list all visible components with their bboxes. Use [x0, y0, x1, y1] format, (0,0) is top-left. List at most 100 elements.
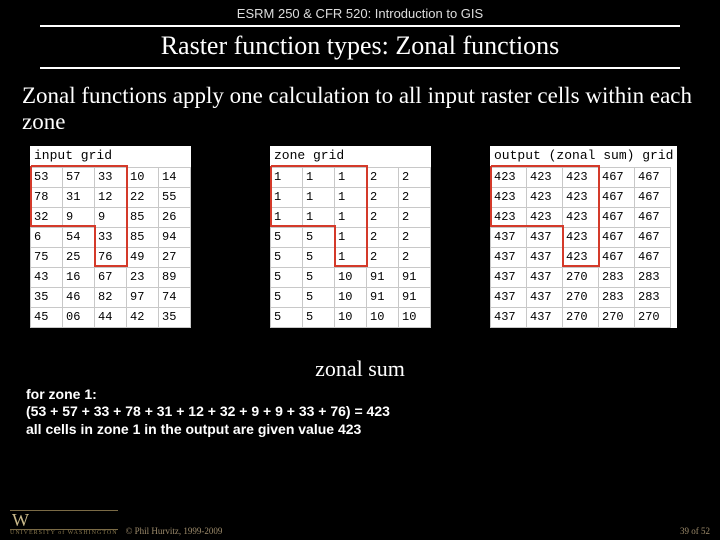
grid-cell: 10: [335, 267, 367, 287]
grid-cell: 25: [63, 247, 95, 267]
grids-area: input grid 53573310147831122255329985266…: [0, 146, 720, 346]
input-grid-caption: input grid: [30, 146, 191, 167]
grid-cell: 1: [335, 207, 367, 227]
grid-cell: 53: [31, 167, 63, 187]
grid-cell: 283: [599, 267, 635, 287]
grid-cell: 467: [635, 187, 671, 207]
grid-cell: 85: [127, 227, 159, 247]
grid-cell: 10: [127, 167, 159, 187]
zone-grid: 1112211122111225512255122551091915510919…: [270, 167, 431, 328]
calc-line-2: (53 + 57 + 33 + 78 + 31 + 12 + 32 + 9 + …: [26, 403, 694, 421]
grid-cell: 67: [95, 267, 127, 287]
grid-cell: 1: [303, 187, 335, 207]
grid-cell: 2: [399, 247, 431, 267]
grid-cell: 437: [491, 287, 527, 307]
grid-cell: 467: [635, 227, 671, 247]
grid-cell: 423: [527, 207, 563, 227]
grid-cell: 1: [335, 227, 367, 247]
grid-cell: 76: [95, 247, 127, 267]
course-header: ESRM 250 & CFR 520: Introduction to GIS: [0, 0, 720, 21]
grid-cell: 5: [303, 307, 335, 327]
grid-cell: 283: [635, 287, 671, 307]
grid-cell: 1: [271, 187, 303, 207]
uw-logo: W UNIVERSITY of WASHINGTON: [10, 510, 118, 536]
grid-cell: 1: [271, 207, 303, 227]
grid-cell: 10: [335, 287, 367, 307]
grid-cell: 437: [527, 267, 563, 287]
grid-cell: 423: [527, 187, 563, 207]
grid-cell: 26: [159, 207, 191, 227]
grid-cell: 2: [399, 207, 431, 227]
grid-cell: 49: [127, 247, 159, 267]
grid-cell: 437: [527, 247, 563, 267]
grid-cell: 35: [159, 307, 191, 327]
grid-cell: 2: [367, 207, 399, 227]
grid-cell: 6: [31, 227, 63, 247]
grid-cell: 2: [367, 227, 399, 247]
grid-cell: 1: [303, 207, 335, 227]
grid-cell: 9: [95, 207, 127, 227]
grid-cell: 467: [635, 247, 671, 267]
grid-cell: 33: [95, 167, 127, 187]
grid-cell: 283: [635, 267, 671, 287]
grid-cell: 31: [63, 187, 95, 207]
grid-cell: 10: [335, 307, 367, 327]
grid-cell: 270: [563, 307, 599, 327]
grid-cell: 437: [527, 307, 563, 327]
grid-cell: 423: [563, 167, 599, 187]
footer-left: W UNIVERSITY of WASHINGTON © Phil Hurvit…: [10, 510, 222, 536]
operation-label: zonal sum: [0, 356, 720, 382]
output-grid-caption: output (zonal sum) grid: [490, 146, 677, 167]
grid-cell: 467: [635, 167, 671, 187]
input-grid: 5357331014783112225532998526654338594752…: [30, 167, 191, 328]
grid-cell: 5: [303, 247, 335, 267]
grid-cell: 2: [399, 227, 431, 247]
grid-cell: 42: [127, 307, 159, 327]
grid-cell: 270: [563, 267, 599, 287]
slide-title: Raster function types: Zonal functions: [40, 25, 680, 69]
grid-cell: 467: [635, 207, 671, 227]
grid-cell: 437: [527, 227, 563, 247]
grid-cell: 437: [491, 247, 527, 267]
grid-cell: 33: [95, 227, 127, 247]
calc-line-3: all cells in zone 1 in the output are gi…: [26, 421, 694, 439]
grid-cell: 54: [63, 227, 95, 247]
grid-cell: 85: [127, 207, 159, 227]
grid-cell: 2: [399, 187, 431, 207]
grid-cell: 14: [159, 167, 191, 187]
grid-cell: 9: [63, 207, 95, 227]
grid-cell: 437: [491, 307, 527, 327]
calc-line-1: for zone 1:: [26, 386, 694, 404]
footer: W UNIVERSITY of WASHINGTON © Phil Hurvit…: [0, 510, 720, 536]
grid-cell: 5: [303, 287, 335, 307]
grid-cell: 97: [127, 287, 159, 307]
grid-cell: 46: [63, 287, 95, 307]
grid-cell: 91: [399, 267, 431, 287]
grid-cell: 5: [271, 247, 303, 267]
grid-cell: 89: [159, 267, 191, 287]
grid-cell: 23: [127, 267, 159, 287]
grid-cell: 2: [399, 167, 431, 187]
grid-cell: 437: [527, 287, 563, 307]
grid-cell: 5: [271, 267, 303, 287]
grid-cell: 1: [271, 167, 303, 187]
copyright: © Phil Hurvitz, 1999-2009: [126, 526, 223, 536]
zone-grid-caption: zone grid: [270, 146, 431, 167]
grid-cell: 06: [63, 307, 95, 327]
grid-cell: 78: [31, 187, 63, 207]
output-grid: 4234234234674674234234234674674234234234…: [490, 167, 671, 328]
grid-cell: 1: [335, 187, 367, 207]
grid-cell: 423: [491, 187, 527, 207]
grid-cell: 10: [367, 307, 399, 327]
output-grid-block: output (zonal sum) grid 4234234234674674…: [490, 146, 677, 328]
grid-cell: 5: [303, 267, 335, 287]
uw-logo-sub: UNIVERSITY of WASHINGTON: [10, 530, 118, 536]
grid-cell: 423: [491, 167, 527, 187]
grid-cell: 423: [563, 247, 599, 267]
grid-cell: 1: [303, 167, 335, 187]
grid-cell: 423: [491, 207, 527, 227]
grid-cell: 270: [563, 287, 599, 307]
grid-cell: 437: [491, 227, 527, 247]
grid-cell: 55: [159, 187, 191, 207]
grid-cell: 75: [31, 247, 63, 267]
